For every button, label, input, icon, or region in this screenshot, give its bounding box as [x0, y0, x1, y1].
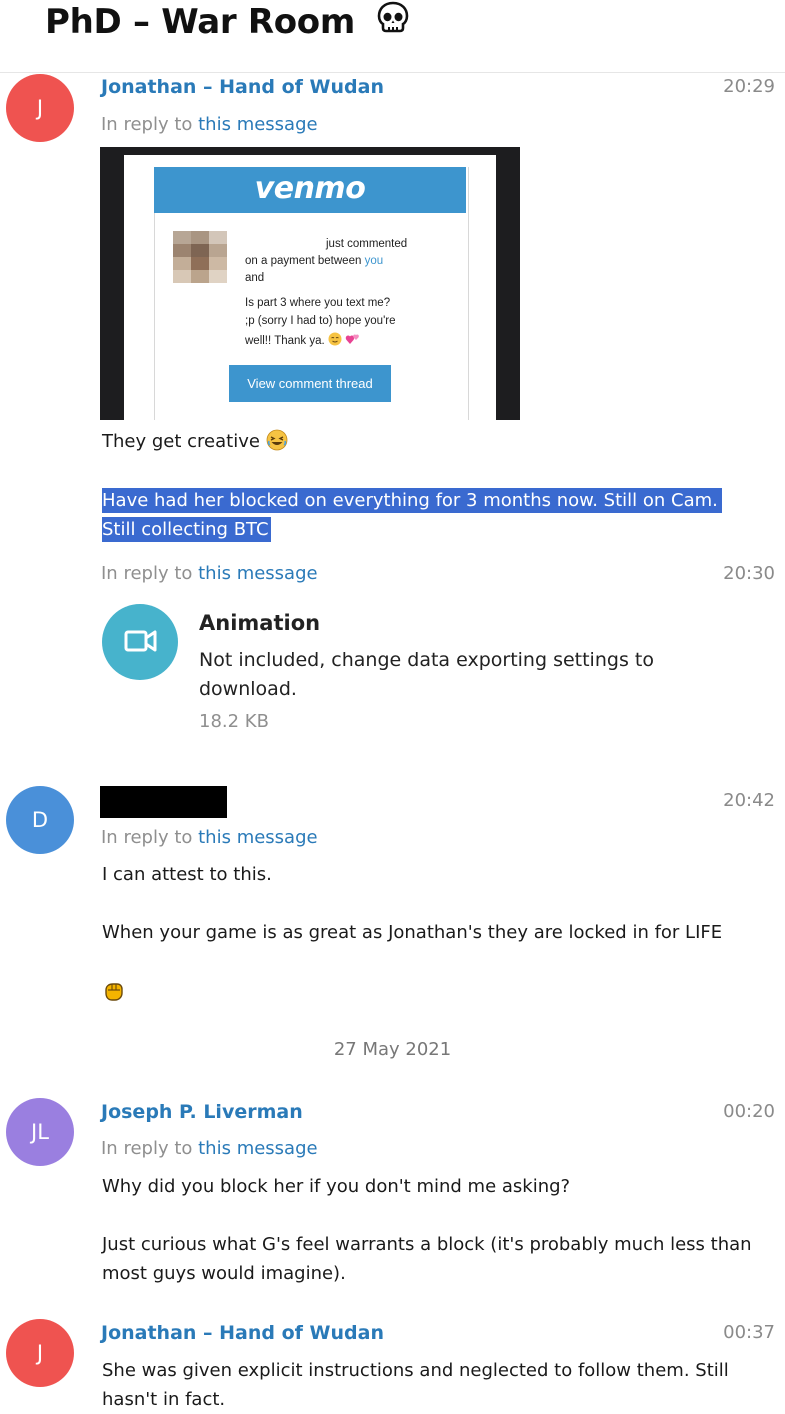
- avatar[interactable]: J: [6, 74, 74, 142]
- message-time: 00:37: [723, 1322, 775, 1343]
- avatar[interactable]: J: [6, 1319, 74, 1387]
- message-text-line: most guys would imagine).: [102, 1263, 346, 1284]
- venmo-line-3: and: [245, 272, 265, 284]
- sender-name[interactable]: Joseph P. Liverman: [101, 1099, 303, 1125]
- message-text-line: She was given explicit instructions and …: [102, 1360, 729, 1381]
- chat-title: PhD – War Room: [45, 0, 411, 47]
- avatar[interactable]: JL: [6, 1098, 74, 1166]
- avatar[interactable]: D: [6, 786, 74, 854]
- venmo-line-2-text: on a payment between: [245, 255, 365, 267]
- relieved-emoji-icon: [328, 332, 345, 347]
- media-title: Animation: [199, 611, 321, 635]
- venmo-line-2: on a payment between you: [245, 253, 383, 270]
- message-text: I can attest to this.: [102, 864, 272, 885]
- reply-reference: In reply to this message: [101, 1136, 318, 1162]
- highlighted-line-2: Still collecting BTC: [102, 517, 271, 542]
- message-text: When your game is as great as Jonathan's…: [102, 922, 723, 943]
- reply-link[interactable]: this message: [198, 1138, 317, 1159]
- highlighted-line-1: Have had her blocked on everything for 3…: [102, 488, 722, 513]
- media-description: Not included, change data exporting sett…: [199, 649, 654, 700]
- venmo-comment-2: ;p (sorry I had to) hope you're: [245, 315, 396, 327]
- message-text-line: hasn't in fact.: [102, 1389, 226, 1410]
- message-text: Why did you block her if you don't mind …: [102, 1176, 571, 1197]
- venmo-you-link: you: [364, 255, 384, 267]
- reply-prefix: In reply to: [101, 114, 193, 135]
- reply-link[interactable]: this message: [198, 114, 317, 135]
- venmo-comment-3: well!! Thank ya.: [245, 332, 361, 350]
- chat-title-text: PhD – War Room: [45, 2, 355, 42]
- venmo-comment-1: Is part 3 where you text me?: [245, 297, 391, 309]
- venmo-line-1: just commented: [326, 238, 408, 250]
- venmo-logo: venmo: [154, 167, 466, 213]
- message-time: 20:42: [723, 790, 775, 811]
- redacted-sender-name: [100, 786, 227, 818]
- hearts-emoji-icon: [345, 334, 361, 347]
- blurred-profile-photo: [173, 231, 227, 283]
- message-text: Just curious what G's feel warrants a bl…: [102, 1230, 752, 1288]
- reply-reference: In reply to this message: [101, 825, 318, 851]
- media-size: 18.2 KB: [199, 711, 269, 732]
- reply-prefix: In reply to: [101, 827, 193, 848]
- reply-prefix: In reply to: [101, 1138, 193, 1159]
- reply-reference: In reply to this message: [101, 561, 318, 587]
- reply-prefix: In reply to: [101, 563, 193, 584]
- sender-name[interactable]: Jonathan – Hand of Wudan: [101, 74, 384, 100]
- reply-reference: In reply to this message: [101, 112, 318, 138]
- venmo-view-comment-button: View comment thread: [229, 365, 391, 402]
- date-separator: 27 May 2021: [333, 1039, 452, 1060]
- message-time: 20:29: [723, 76, 775, 97]
- message-text-line: They get creative: [102, 431, 260, 452]
- laughing-emoji-icon: [266, 429, 288, 452]
- reply-link[interactable]: this message: [198, 563, 317, 584]
- message-text-line: Just curious what G's feel warrants a bl…: [102, 1234, 752, 1255]
- highlighted-message-text: Have had her blocked on everything for 3…: [102, 486, 722, 544]
- skull-icon: [375, 0, 411, 47]
- video-camera-icon[interactable]: [102, 604, 178, 680]
- message-text: They get creative: [102, 427, 288, 456]
- message-text: She was given explicit instructions and …: [102, 1356, 729, 1414]
- message-time: 20:30: [723, 563, 775, 584]
- raised-fist-emoji-icon: [103, 981, 125, 1007]
- sender-name[interactable]: Jonathan – Hand of Wudan: [101, 1320, 384, 1346]
- reply-link[interactable]: this message: [198, 827, 317, 848]
- header-divider: [0, 72, 785, 73]
- venmo-comment-3-text: well!! Thank ya.: [245, 335, 325, 347]
- message-time: 00:20: [723, 1101, 775, 1122]
